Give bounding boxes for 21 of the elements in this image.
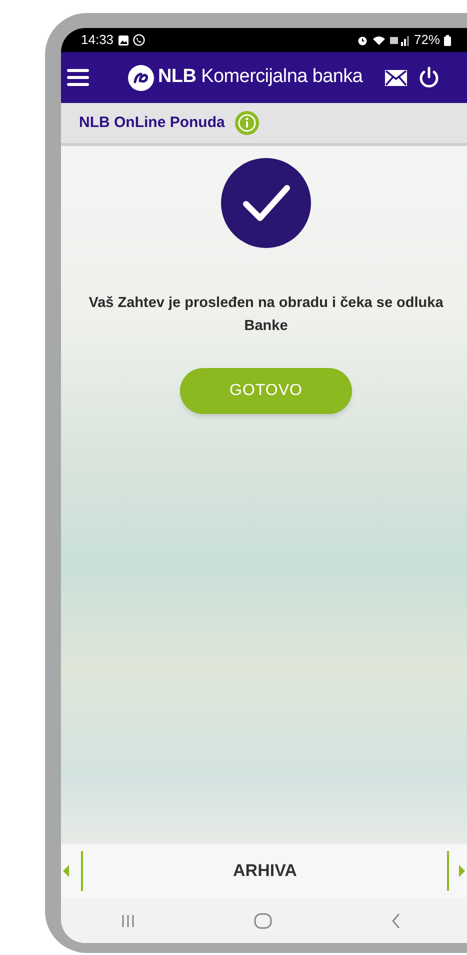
archive-label[interactable]: ARHIVA	[83, 858, 447, 884]
home-icon[interactable]	[254, 912, 272, 928]
battery-percentage: 72%	[414, 31, 440, 50]
bank-logo-icon	[128, 64, 154, 90]
mail-icon[interactable]	[384, 70, 407, 86]
gallery-icon	[118, 34, 129, 46]
right-arrow-icon[interactable]	[459, 865, 465, 877]
info-icon[interactable]	[234, 111, 259, 135]
status-message: Vaš Zahtev je prosleđen na obradu i čeka se odluka Banke	[88, 294, 444, 336]
signal-icon	[390, 34, 410, 46]
recent-apps-icon[interactable]	[120, 914, 135, 928]
subheader-title: NLB OnLine Ponuda	[79, 112, 225, 133]
bank-name: NLB Komercijalna banka	[158, 65, 363, 90]
alarm-icon	[356, 34, 368, 46]
left-arrow-icon[interactable]	[63, 865, 69, 877]
status-time: 14:33	[81, 31, 114, 50]
phone-call-icon	[132, 34, 145, 46]
checkmark-icon	[221, 158, 311, 248]
wifi-icon	[372, 34, 386, 46]
back-icon[interactable]	[391, 912, 402, 928]
battery-icon	[444, 34, 451, 46]
